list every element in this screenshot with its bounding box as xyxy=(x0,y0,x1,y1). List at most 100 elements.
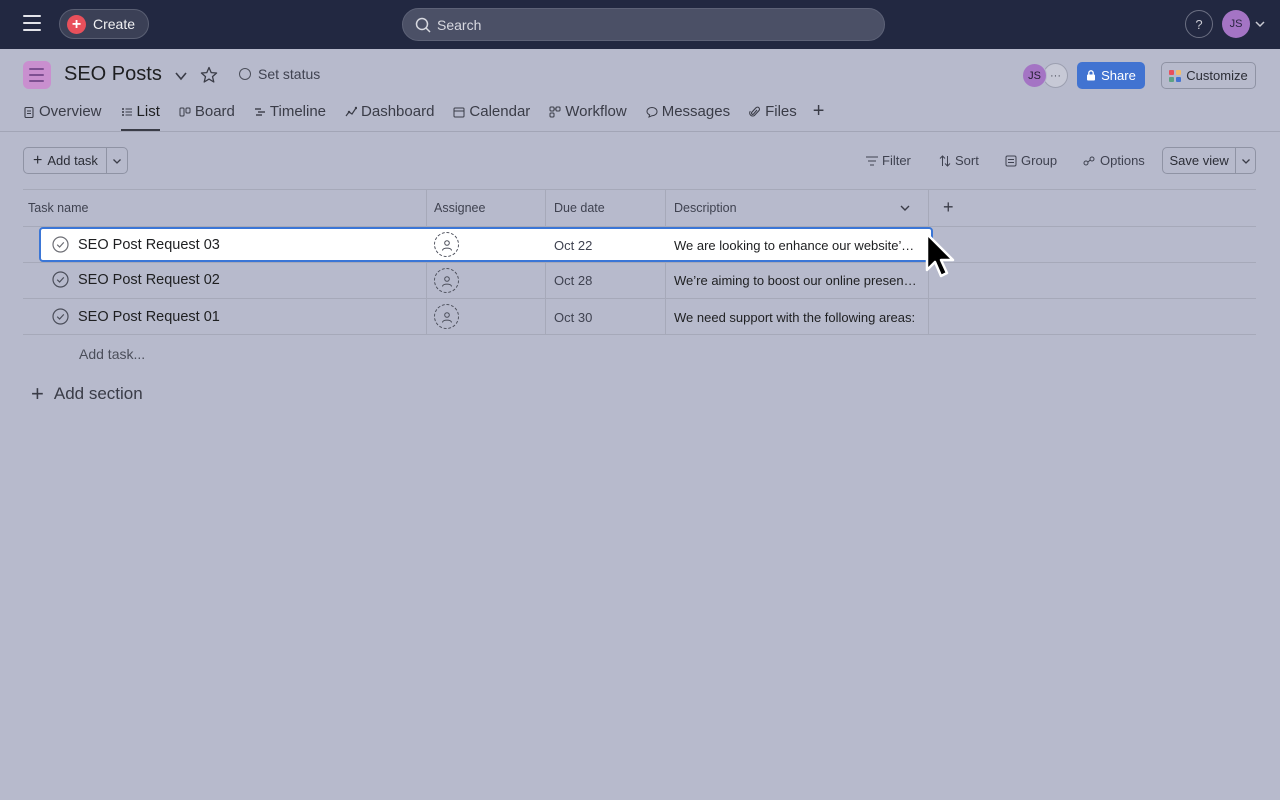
search-input[interactable]: Search xyxy=(402,8,885,41)
assignee-avatar[interactable] xyxy=(434,304,459,329)
add-task-dropdown[interactable] xyxy=(107,148,127,173)
dashboard-icon xyxy=(345,106,358,117)
set-status-button[interactable]: Set status xyxy=(239,66,320,82)
tabs-divider xyxy=(0,131,1280,132)
column-divider xyxy=(545,189,546,335)
column-divider xyxy=(665,189,666,335)
tab-dashboard[interactable]: Dashboard xyxy=(345,102,434,131)
tab-label: Workflow xyxy=(565,103,627,120)
star-icon[interactable] xyxy=(200,66,218,84)
share-button[interactable]: Share xyxy=(1077,62,1145,89)
customize-grid-icon xyxy=(1169,69,1182,82)
calendar-icon xyxy=(453,107,465,118)
task-name[interactable]: SEO Post Request 01 xyxy=(78,309,220,325)
search-placeholder: Search xyxy=(437,16,482,33)
assignee-avatar[interactable] xyxy=(434,232,459,257)
assignee-avatar[interactable] xyxy=(434,268,459,293)
tab-overview[interactable]: Overview xyxy=(23,102,102,131)
plus-icon: + xyxy=(67,14,86,34)
menu-icon[interactable] xyxy=(23,15,41,31)
filter-button[interactable]: Filter xyxy=(866,153,911,168)
filter-icon xyxy=(866,156,878,165)
set-status-label: Set status xyxy=(258,66,321,82)
table-border xyxy=(23,334,1256,335)
sort-button[interactable]: Sort xyxy=(939,153,979,168)
task-name[interactable]: SEO Post Request 02 xyxy=(78,272,220,288)
column-header-due-date[interactable]: Due date xyxy=(554,201,605,215)
save-view-split-button: Save view xyxy=(1162,147,1256,174)
project-members[interactable]: JS ··· xyxy=(1022,63,1068,88)
create-button[interactable]: + Create xyxy=(59,9,149,39)
task-description[interactable]: We’re aiming to boost our online presenc… xyxy=(674,273,918,288)
options-label: Options xyxy=(1100,153,1145,168)
project-icon[interactable] xyxy=(23,61,51,89)
sort-icon xyxy=(939,154,951,167)
tab-board[interactable]: Board xyxy=(179,102,235,131)
task-name[interactable]: SEO Post Request 03 xyxy=(78,237,220,253)
column-header-description[interactable]: Description xyxy=(674,201,737,215)
mouse-cursor-icon xyxy=(925,232,955,278)
column-header-task-name[interactable]: Task name xyxy=(28,201,88,215)
options-button[interactable]: Options xyxy=(1083,153,1145,168)
save-view-button[interactable]: Save view xyxy=(1163,148,1237,173)
tab-label: Calendar xyxy=(469,103,531,120)
complete-check-icon[interactable] xyxy=(52,308,69,325)
tab-list[interactable]: List xyxy=(120,102,161,131)
create-label: Create xyxy=(93,16,136,32)
search-icon xyxy=(415,17,431,33)
task-description[interactable]: We are looking to enhance our website’s … xyxy=(674,238,918,253)
add-section-label: Add section xyxy=(53,384,143,403)
chevron-down-icon xyxy=(113,158,122,164)
column-header-assignee[interactable]: Assignee xyxy=(434,201,485,215)
table-border xyxy=(23,298,1256,299)
user-icon xyxy=(441,311,452,323)
due-date[interactable]: Oct 28 xyxy=(554,273,592,288)
tab-timeline[interactable]: Timeline xyxy=(254,102,326,131)
complete-check-icon[interactable] xyxy=(52,271,69,288)
tab-label: Dashboard xyxy=(361,103,435,120)
tab-messages[interactable]: Messages xyxy=(646,102,730,131)
board-icon xyxy=(179,107,191,117)
customize-button[interactable]: Customize xyxy=(1161,62,1256,89)
chevron-down-icon xyxy=(1241,158,1250,164)
paperclip-icon xyxy=(749,106,761,117)
add-task-button[interactable]: + Add task xyxy=(24,148,108,173)
chevron-down-icon[interactable] xyxy=(899,202,911,214)
add-column-button[interactable]: + xyxy=(943,198,954,216)
filter-label: Filter xyxy=(882,153,911,168)
due-date[interactable]: Oct 30 xyxy=(554,310,592,325)
column-divider xyxy=(426,189,427,335)
tab-files[interactable]: Files xyxy=(749,102,797,131)
share-label: Share xyxy=(1101,68,1136,83)
table-border xyxy=(23,262,1256,263)
lock-icon xyxy=(1087,70,1096,81)
add-section-button[interactable]: + Add section xyxy=(31,381,143,406)
help-button[interactable]: ? xyxy=(1185,10,1213,38)
due-date[interactable]: Oct 22 xyxy=(554,238,592,253)
tab-label: Timeline xyxy=(269,103,327,120)
list-icon xyxy=(121,108,132,116)
user-avatar[interactable]: JS xyxy=(1222,10,1250,38)
table-border xyxy=(23,189,1256,190)
plus-icon: + xyxy=(31,381,44,406)
group-icon xyxy=(1005,155,1017,166)
tab-label: Board xyxy=(194,103,235,120)
save-view-dropdown[interactable] xyxy=(1236,148,1255,173)
tab-label: List xyxy=(136,103,160,120)
tab-workflow[interactable]: Workflow xyxy=(549,102,627,131)
complete-check-icon[interactable] xyxy=(52,236,69,253)
workflow-icon xyxy=(549,106,561,118)
task-description[interactable]: We need support with the following areas… xyxy=(674,310,918,325)
tab-label: Overview xyxy=(39,103,102,120)
tab-calendar[interactable]: Calendar xyxy=(453,102,530,131)
add-tab-button[interactable]: + xyxy=(813,101,825,132)
project-menu-chevron-icon[interactable] xyxy=(174,69,188,83)
member-avatar[interactable]: JS xyxy=(1022,63,1047,88)
chevron-down-icon[interactable] xyxy=(1254,18,1266,30)
add-task-inline[interactable]: Add task... xyxy=(79,346,145,362)
message-icon xyxy=(646,106,658,118)
project-title: SEO Posts xyxy=(64,63,162,85)
group-button[interactable]: Group xyxy=(1005,153,1057,168)
tab-label: Messages xyxy=(661,103,731,120)
plus-icon: + xyxy=(33,151,43,169)
